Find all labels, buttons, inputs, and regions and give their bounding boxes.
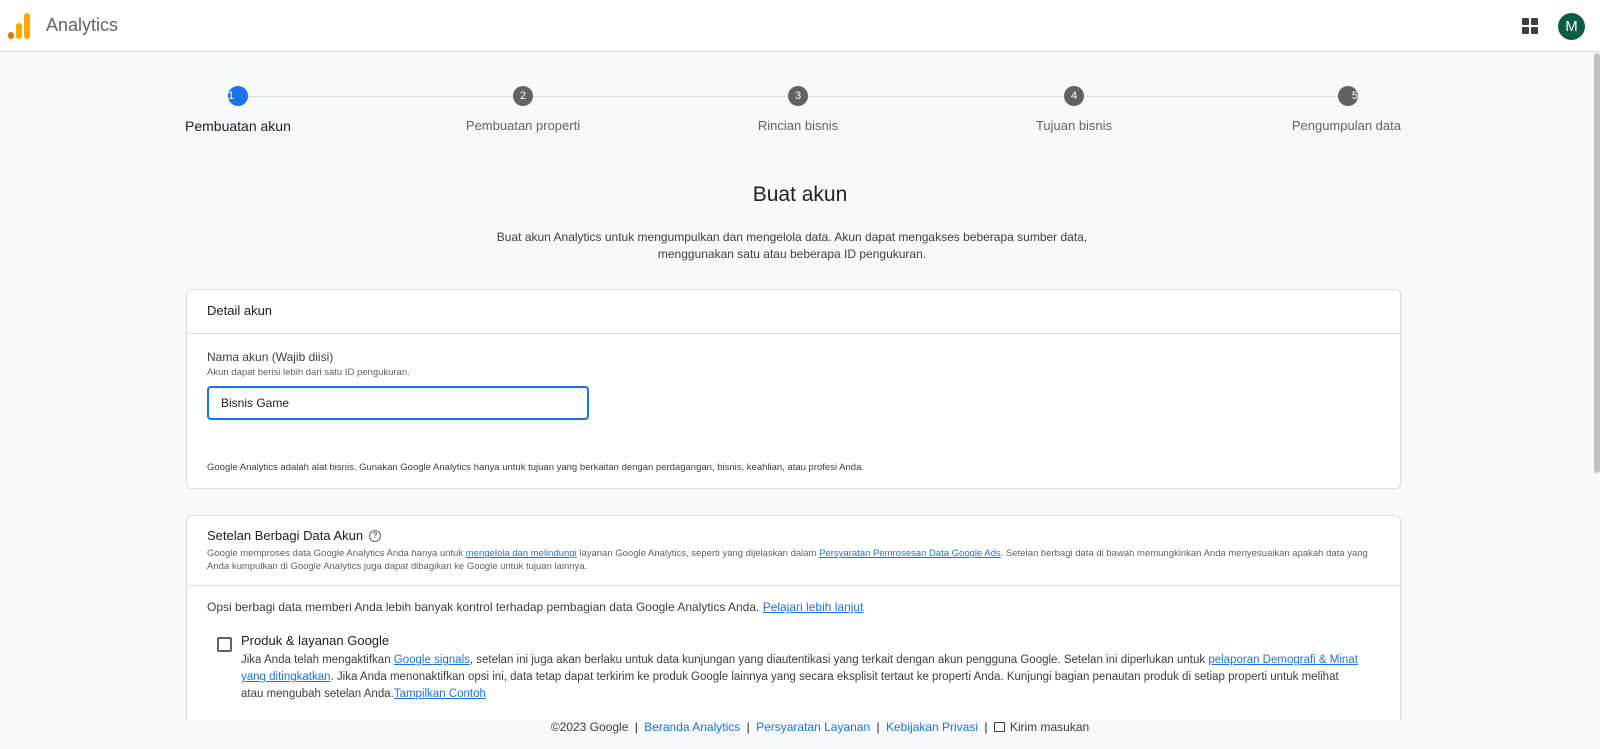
apps-grid-icon[interactable] bbox=[1522, 18, 1538, 34]
step-4: 4 Tujuan bisnis bbox=[974, 84, 1174, 133]
google-products-title: Produk & layanan Google bbox=[241, 633, 390, 648]
step-number: 5 bbox=[1338, 86, 1358, 106]
account-name-input[interactable] bbox=[207, 386, 589, 420]
setup-stepper: 1 Pembuatan akun 2 Pembuatan properti 3 … bbox=[185, 84, 1401, 144]
page-title: Buat akun bbox=[752, 183, 848, 206]
step-label: Tujuan bisnis bbox=[1035, 118, 1113, 133]
manage-protect-link[interactable]: mengelola dan melindungi bbox=[466, 548, 577, 559]
page-scrollbar[interactable] bbox=[1594, 53, 1600, 473]
data-processing-terms-link[interactable]: Persyaratan Pemrosesan Data Google Ads bbox=[819, 548, 1001, 559]
separator: | bbox=[634, 720, 638, 734]
text: Google memproses data Google Analytics A… bbox=[207, 548, 466, 559]
top-app-bar: Analytics M bbox=[0, 0, 1600, 52]
copyright: ©2023 Google bbox=[550, 720, 629, 734]
step-3: 3 Rincian bisnis bbox=[698, 84, 898, 133]
card-heading-block: Setelan Berbagi Data Akun ? Google mempr… bbox=[187, 516, 1400, 586]
step-label: Rincian bisnis bbox=[757, 118, 839, 133]
card-title-row: Setelan Berbagi Data Akun ? bbox=[207, 528, 1380, 543]
separator: | bbox=[984, 720, 988, 734]
text: Jika Anda telah mengaktifkan bbox=[241, 654, 394, 666]
analytics-home-link[interactable]: Beranda Analytics bbox=[644, 720, 740, 734]
page-description: Buat akun Analytics untuk mengumpulkan d… bbox=[496, 230, 1088, 261]
help-circle-icon[interactable]: ? bbox=[369, 529, 382, 542]
google-products-checkbox[interactable] bbox=[217, 637, 232, 652]
google-signals-link[interactable]: Google signals bbox=[394, 654, 470, 666]
step-number: 2 bbox=[513, 86, 533, 106]
card-heading: Detail akun bbox=[187, 290, 1400, 334]
feedback-icon bbox=[993, 722, 1005, 732]
learn-more-link[interactable]: Pelajari lebih lanjut bbox=[763, 600, 864, 614]
card-heading: Setelan Berbagi Data Akun bbox=[207, 528, 364, 543]
page-footer: ©2023 Google | Beranda Analytics | Persy… bbox=[0, 720, 1600, 749]
step-label: Pengumpulan data bbox=[1291, 118, 1401, 133]
google-products-description: Jika Anda telah mengaktifkan Google sign… bbox=[241, 652, 1361, 703]
step-1: 1 Pembuatan akun bbox=[185, 84, 385, 134]
app-title[interactable]: Analytics bbox=[46, 15, 118, 36]
business-tool-note: Google Analytics adalah alat bisnis. Gun… bbox=[207, 462, 865, 473]
text: , setelan ini juga akan berlaku untuk da… bbox=[469, 654, 1209, 666]
sharing-description: Google memproses data Google Analytics A… bbox=[207, 547, 1377, 573]
show-example-link[interactable]: Tampilkan Contoh bbox=[394, 688, 486, 700]
step-5: 5 Pengumpulan data bbox=[1201, 84, 1401, 133]
account-details-card: Detail akun Nama akun (Wajib diisi) Akun… bbox=[186, 289, 1401, 489]
account-avatar[interactable]: M bbox=[1558, 13, 1585, 40]
step-number: 3 bbox=[788, 86, 808, 106]
send-feedback-button[interactable]: Kirim masukan bbox=[993, 720, 1090, 734]
text: Opsi berbagi data memberi Anda lebih ban… bbox=[207, 600, 763, 614]
text: layanan Google Analytics, seperti yang d… bbox=[576, 548, 820, 559]
analytics-logo-icon[interactable] bbox=[8, 13, 32, 39]
sharing-options-text: Opsi berbagi data memberi Anda lebih ban… bbox=[207, 600, 863, 614]
feedback-label: Kirim masukan bbox=[1009, 720, 1090, 734]
data-sharing-card: Setelan Berbagi Data Akun ? Google mempr… bbox=[186, 515, 1401, 749]
step-label: Pembuatan properti bbox=[465, 118, 581, 133]
account-name-label: Nama akun (Wajib diisi) bbox=[207, 350, 334, 364]
separator: | bbox=[746, 720, 750, 734]
step-number: 4 bbox=[1064, 86, 1084, 106]
step-2: 2 Pembuatan properti bbox=[423, 84, 623, 133]
privacy-policy-link[interactable]: Kebijakan Privasi bbox=[886, 720, 978, 734]
account-name-help: Akun dapat berisi lebih dari satu ID pen… bbox=[207, 367, 410, 378]
terms-of-service-link[interactable]: Persyaratan Layanan bbox=[756, 720, 870, 734]
step-label: Pembuatan akun bbox=[185, 118, 291, 134]
step-number: 1 bbox=[228, 86, 248, 106]
separator: | bbox=[876, 720, 880, 734]
